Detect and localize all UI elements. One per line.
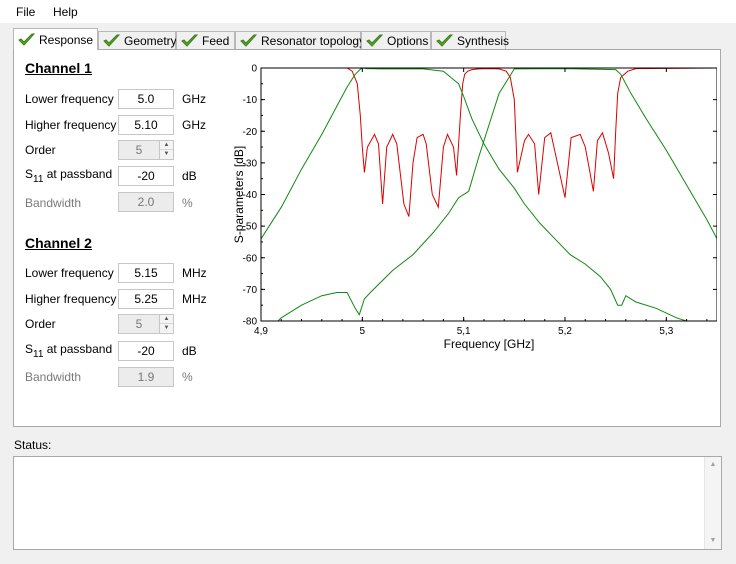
series-line-1 (261, 68, 689, 321)
ch2-order-spin-buttons: ▲ ▼ (159, 315, 173, 333)
ch2-s11-input[interactable]: -20 (118, 341, 174, 361)
y-tick-label: -70 (243, 285, 258, 296)
stepper-down-icon[interactable]: ▼ (160, 324, 173, 333)
ch1-s11-unit: dB (182, 169, 197, 183)
s11-symbol: S (25, 167, 34, 181)
ch1-lower-frequency-label: Lower frequency (25, 92, 114, 106)
tab-synthesis[interactable]: Synthesis (431, 31, 510, 50)
check-icon (18, 33, 35, 46)
tab-label: Synthesis (457, 34, 510, 48)
x-tick-label: 5,3 (659, 326, 673, 337)
scroll-down-icon[interactable]: ▼ (705, 533, 721, 549)
channel-2-heading: Channel 2 (25, 235, 92, 251)
ch1-order-stepper[interactable]: 5 ▲ ▼ (118, 140, 174, 160)
response-panel: Channel 1 Lower frequency 5.0 GHz Higher… (13, 49, 721, 427)
ch2-bandwidth-value: 1.9 (118, 367, 174, 387)
status-scrollbar[interactable]: ▲ ▼ (704, 457, 721, 549)
tab-options[interactable]: Options (361, 31, 431, 50)
y-tick-label: -60 (243, 253, 258, 264)
ch1-lower-frequency-unit: GHz (182, 92, 206, 106)
ch1-higher-frequency-unit: GHz (182, 118, 206, 132)
tab-response[interactable]: Response (13, 28, 98, 50)
status-label: Status: (14, 438, 52, 452)
ch2-order-value: 5 (135, 317, 143, 331)
s-parameter-chart: 4,9 5 5,1 5,2 5,30-10-20-30-40-50-60-70-80Fr… (232, 64, 717, 351)
scroll-up-icon[interactable]: ▲ (705, 457, 721, 473)
ch2-higher-frequency-unit: MHz (182, 292, 207, 306)
ch1-higher-frequency-input[interactable]: 5.10 (118, 115, 174, 135)
y-tick-label: -20 (243, 127, 258, 138)
stepper-up-icon[interactable]: ▲ (160, 141, 173, 150)
check-icon (103, 34, 120, 47)
check-icon (181, 34, 198, 47)
s11-symbol: S (25, 342, 34, 356)
ch2-s11-unit: dB (182, 344, 197, 358)
check-icon (366, 34, 383, 47)
plot-frame (260, 67, 717, 322)
x-tick-label: 4,9 (254, 326, 268, 337)
s11-subscript: 11 (33, 174, 44, 185)
s11-suffix: at passband (43, 342, 113, 356)
y-tick-label: -10 (243, 95, 258, 106)
tab-label: Options (387, 34, 429, 48)
y-tick-label: 0 (251, 64, 257, 75)
ch2-higher-frequency-label: Higher frequency (25, 292, 117, 306)
menu-bar: File Help (0, 0, 736, 24)
ch2-order-stepper[interactable]: 5 ▲ ▼ (118, 314, 174, 334)
channel-1-heading: Channel 1 (25, 60, 92, 76)
tab-label: Feed (202, 34, 230, 48)
ch2-lower-frequency-unit: MHz (182, 266, 207, 280)
ch2-lower-frequency-input[interactable]: 5.15 (118, 263, 174, 283)
x-tick-label: 5,2 (558, 326, 572, 337)
menu-help[interactable]: Help (53, 5, 78, 19)
series-line-0 (261, 68, 717, 217)
s11-subscript: 11 (33, 349, 44, 360)
y-tick-label: -80 (243, 317, 258, 328)
ch2-bandwidth-label: Bandwidth (25, 370, 82, 384)
ch1-order-value: 5 (135, 143, 143, 157)
stepper-up-icon[interactable]: ▲ (160, 315, 173, 324)
tab-label: Geometry (124, 34, 177, 48)
s11-suffix: at passband (43, 167, 113, 181)
check-icon (240, 34, 257, 47)
ch2-higher-frequency-input[interactable]: 5.25 (118, 289, 174, 309)
ch1-s11-label: S11 at passband (25, 167, 113, 185)
ch2-order-label: Order (25, 317, 56, 331)
menu-file[interactable]: File (16, 5, 35, 19)
check-icon (436, 34, 453, 47)
y-axis-label: S-parameters [dB] (232, 146, 246, 243)
tab-resonator-topology[interactable]: Resonator topology (235, 31, 365, 50)
ch2-lower-frequency-label: Lower frequency (25, 266, 114, 280)
tab-geometry[interactable]: Geometry (98, 31, 177, 50)
stepper-down-icon[interactable]: ▼ (160, 150, 173, 159)
ch1-lower-frequency-input[interactable]: 5.0 (118, 89, 174, 109)
x-tick-label: 5,1 (457, 326, 471, 337)
series-line-2 (277, 68, 717, 321)
ch1-order-label: Order (25, 143, 56, 157)
ch1-bandwidth-label: Bandwidth (25, 196, 82, 210)
x-axis-label: Frequency [GHz] (444, 337, 535, 351)
ch1-s11-input[interactable]: -20 (118, 166, 174, 186)
ch1-bandwidth-unit: % (182, 196, 193, 210)
tab-label: Response (39, 32, 94, 47)
ch1-order-spin-buttons: ▲ ▼ (159, 141, 173, 159)
ch2-bandwidth-unit: % (182, 370, 193, 384)
x-tick-label: 5 (360, 326, 366, 337)
tab-label: Resonator topology (261, 34, 366, 48)
ch1-bandwidth-value: 2.0 (118, 192, 174, 212)
status-text-area[interactable]: ▲ ▼ (13, 456, 722, 550)
ch1-higher-frequency-label: Higher frequency (25, 118, 117, 132)
ch2-s11-label: S11 at passband (25, 342, 113, 360)
tab-feed[interactable]: Feed (176, 31, 235, 50)
